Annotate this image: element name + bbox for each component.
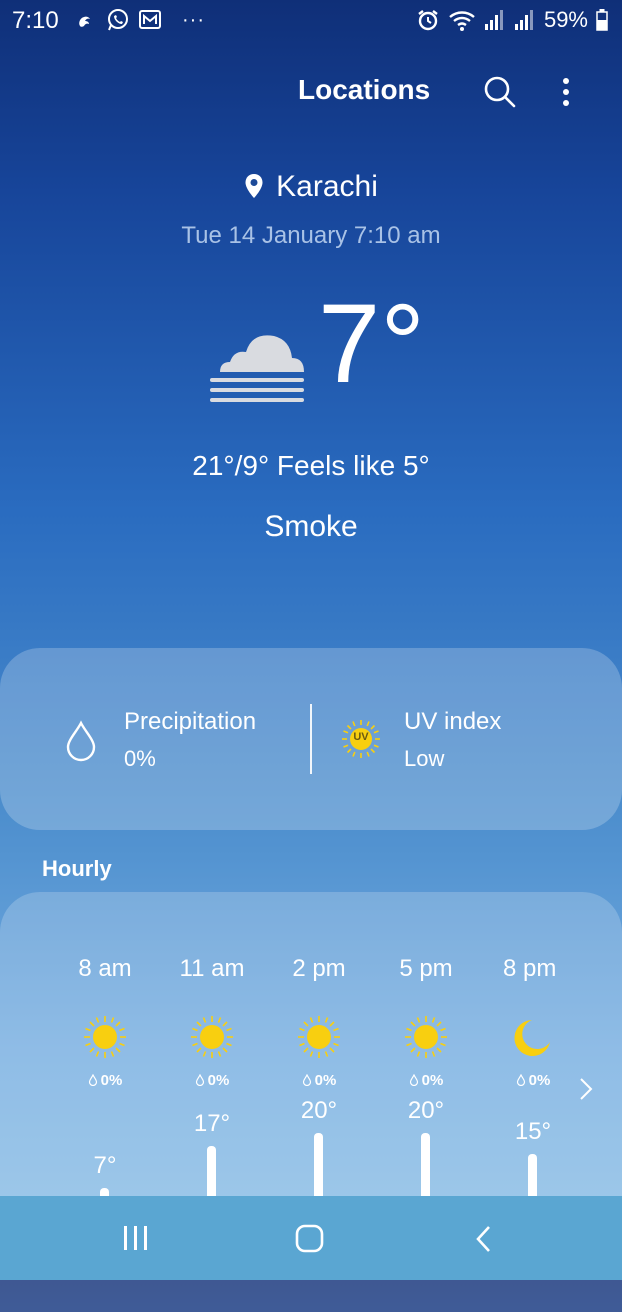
status-bar: 7:10 ··· 59% (0, 0, 622, 40)
hourly-precipitation: 0% (376, 1072, 476, 1089)
uv-badge-text: UV (353, 731, 369, 743)
hourly-temperature: 20° (300, 1097, 338, 1124)
city-name: Karachi (276, 170, 378, 203)
hourly-precipitation: 0% (483, 1072, 583, 1089)
precipitation-label: Precipitation (124, 708, 257, 735)
hourly-precipitation: 0% (269, 1072, 369, 1089)
details-divider (310, 704, 312, 774)
whatsapp-icon (108, 9, 128, 31)
hourly-temperature: 7° (93, 1151, 117, 1179)
sun-icon (82, 1014, 128, 1065)
current-temperature: 7° (318, 281, 426, 406)
system-icons: 59% (416, 7, 608, 33)
signal-icon (484, 10, 503, 30)
hourly-temp-bar (421, 1133, 430, 1196)
hourly-time: 11 am (179, 955, 245, 982)
more-dot (563, 100, 569, 106)
chevron-right-icon[interactable] (578, 1076, 594, 1102)
fog-cloud-icon (210, 335, 304, 402)
sun-icon (296, 1014, 342, 1065)
recent-apps-button[interactable] (120, 1224, 152, 1252)
back-button[interactable] (474, 1224, 494, 1254)
search-icon (484, 76, 516, 108)
wifi-icon (449, 11, 475, 31)
browser-icon (79, 16, 90, 27)
more-options-button[interactable] (552, 72, 580, 112)
notification-icons: ··· (74, 8, 205, 32)
precipitation-value: 0% (124, 746, 156, 771)
more-dot (563, 89, 569, 95)
hourly-temperature: 15° (514, 1118, 552, 1145)
hourly-precipitation: 0% (55, 1072, 155, 1089)
sun-icon (403, 1014, 449, 1065)
uv-index-value: Low (404, 746, 445, 771)
raindrop-icon (66, 720, 96, 762)
location-pin-icon (245, 174, 263, 198)
hourly-temp-bar (207, 1145, 216, 1196)
date-time: Tue 14 January 7:10 am (181, 222, 441, 249)
hourly-time: 8 pm (503, 955, 557, 982)
uv-icon: UV (340, 718, 382, 760)
signal-icon-2 (514, 10, 533, 30)
hourly-time: 8 am (78, 955, 132, 982)
hourly-temp-bar (528, 1154, 537, 1196)
hourly-temp-bar (100, 1187, 109, 1196)
hourly-temperature: 17° (193, 1109, 231, 1137)
more-notifications: ··· (182, 8, 205, 31)
search-button[interactable] (480, 72, 520, 112)
city-name-row[interactable]: Karachi (0, 170, 622, 204)
high-low-feels-like: 21°/9° Feels like 5° (192, 450, 430, 481)
moon-icon (510, 1014, 556, 1065)
hourly-time: 5 pm (399, 955, 453, 982)
battery-percent: 59% (543, 7, 588, 32)
hourly-label: Hourly (42, 856, 112, 881)
navigation-bar (0, 1196, 622, 1280)
status-time: 7:10 (12, 7, 59, 34)
uv-index-label: UV index (404, 708, 502, 735)
hourly-temperature: 20° (407, 1097, 445, 1124)
locations-title[interactable]: Locations (298, 74, 430, 106)
gallery-icon (139, 10, 161, 29)
home-button[interactable] (294, 1224, 326, 1254)
hourly-time: 2 pm (292, 955, 346, 982)
weather-condition: Smoke (264, 510, 358, 543)
alarm-icon (418, 10, 438, 31)
hourly-temp-bar (314, 1133, 323, 1196)
hourly-precipitation: 0% (162, 1072, 262, 1089)
more-dot (563, 78, 569, 84)
sun-icon (189, 1014, 235, 1065)
battery-icon (596, 9, 608, 31)
